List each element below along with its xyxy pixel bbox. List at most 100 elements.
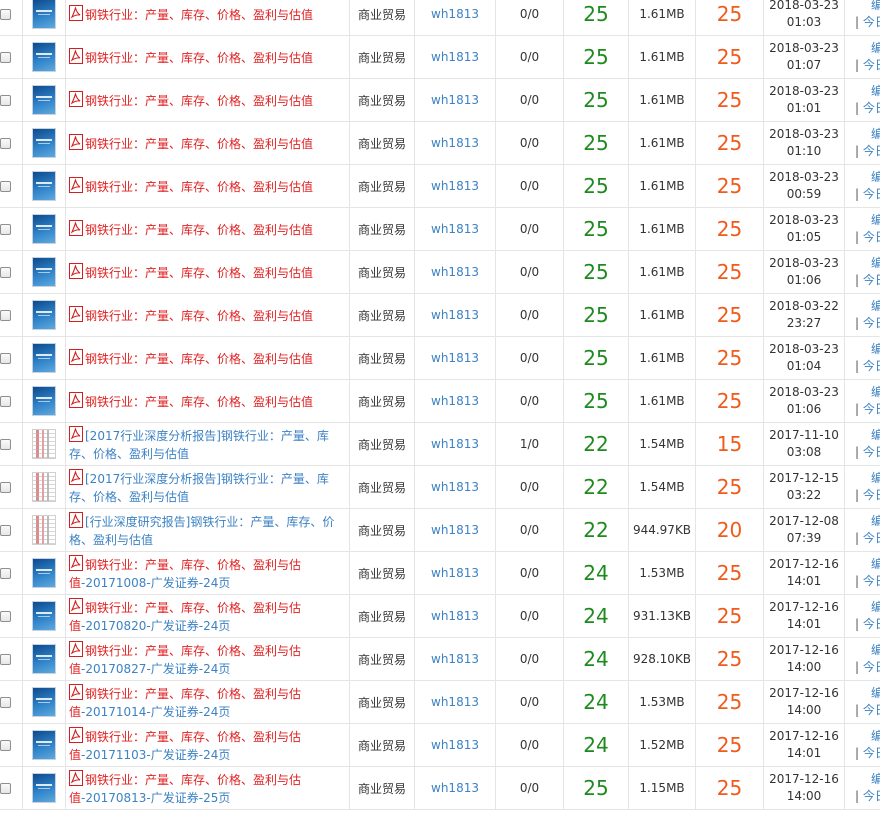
uploader-link[interactable]: wh1813	[414, 35, 496, 79]
uploader-link[interactable]: wh1813	[414, 766, 496, 810]
uploader-link[interactable]: wh1813	[414, 78, 496, 122]
today-link[interactable]: 今日	[863, 402, 880, 416]
edit-link[interactable]: 编辑	[855, 556, 880, 573]
edit-link[interactable]: 编辑	[855, 384, 880, 401]
document-thumbnail[interactable]	[33, 774, 55, 802]
edit-link[interactable]: 编辑	[855, 341, 880, 358]
document-title-suffix-link[interactable]: [2017行业深度分析报告]钢铁行业：产量、库存、价格、盈利与估值	[69, 472, 329, 504]
edit-link[interactable]: 编辑	[855, 642, 880, 659]
uploader-link[interactable]: wh1813	[414, 379, 496, 423]
document-thumbnail[interactable]	[33, 86, 55, 114]
document-thumbnail[interactable]	[33, 258, 55, 286]
document-thumbnail[interactable]	[33, 645, 55, 673]
today-link[interactable]: 今日	[863, 746, 880, 760]
document-thumbnail[interactable]	[33, 129, 55, 157]
today-link[interactable]: 今日	[863, 531, 880, 545]
document-title-link[interactable]: 钢铁行业：产量、库存、价格、盈利与估值	[85, 309, 313, 323]
edit-link[interactable]: 编辑	[855, 298, 880, 315]
row-checkbox[interactable]	[0, 266, 11, 278]
today-link[interactable]: 今日	[863, 144, 880, 158]
today-link[interactable]: 今日	[863, 359, 880, 373]
today-link[interactable]: 今日	[863, 703, 880, 717]
document-thumbnail[interactable]	[33, 516, 55, 544]
edit-link[interactable]: 编辑	[855, 255, 880, 272]
today-link[interactable]: 今日	[863, 15, 880, 29]
document-title-suffix-link[interactable]: -20170827-广发证券-24页	[81, 662, 230, 676]
document-thumbnail[interactable]	[33, 602, 55, 630]
today-link[interactable]: 今日	[863, 101, 880, 115]
uploader-link[interactable]: wh1813	[414, 680, 496, 724]
row-checkbox[interactable]	[0, 180, 11, 192]
document-thumbnail[interactable]	[33, 688, 55, 716]
document-thumbnail[interactable]	[33, 559, 55, 587]
document-title-link[interactable]: 钢铁行业：产量、库存、价格、盈利与估值	[85, 395, 313, 409]
uploader-link[interactable]: wh1813	[414, 0, 496, 36]
edit-link[interactable]: 编辑	[855, 728, 880, 745]
row-checkbox[interactable]	[0, 309, 11, 321]
edit-link[interactable]: 编辑	[855, 0, 880, 14]
edit-link[interactable]: 编辑	[855, 599, 880, 616]
today-link[interactable]: 今日	[863, 273, 880, 287]
document-thumbnail[interactable]	[33, 172, 55, 200]
document-title-suffix-link[interactable]: [行业深度研究报告]钢铁行业：产量、库存、价格、盈利与估值	[69, 515, 334, 547]
today-link[interactable]: 今日	[863, 488, 880, 502]
document-thumbnail[interactable]	[33, 215, 55, 243]
today-link[interactable]: 今日	[863, 789, 880, 803]
row-checkbox[interactable]	[0, 567, 11, 579]
row-checkbox[interactable]	[0, 94, 11, 106]
uploader-link[interactable]: wh1813	[414, 465, 496, 509]
document-title-suffix-link[interactable]: -20171014-广发证券-24页	[81, 705, 230, 719]
document-title-link[interactable]: 钢铁行业：产量、库存、价格、盈利与估值	[85, 223, 313, 237]
document-title-suffix-link[interactable]: -20171103-广发证券-24页	[81, 748, 230, 762]
row-checkbox[interactable]	[0, 8, 11, 20]
document-title-link[interactable]: 钢铁行业：产量、库存、价格、盈利与估值	[85, 8, 313, 22]
uploader-link[interactable]: wh1813	[414, 250, 496, 294]
edit-link[interactable]: 编辑	[855, 40, 880, 57]
document-title-suffix-link[interactable]: -20171008-广发证券-24页	[81, 576, 230, 590]
document-title-suffix-link[interactable]: -20170820-广发证券-24页	[81, 619, 230, 633]
row-checkbox[interactable]	[0, 223, 11, 235]
uploader-link[interactable]: wh1813	[414, 508, 496, 552]
edit-link[interactable]: 编辑	[855, 427, 880, 444]
row-checkbox[interactable]	[0, 352, 11, 364]
document-thumbnail[interactable]	[33, 344, 55, 372]
today-link[interactable]: 今日	[863, 574, 880, 588]
uploader-link[interactable]: wh1813	[414, 723, 496, 767]
today-link[interactable]: 今日	[863, 660, 880, 674]
document-title-link[interactable]: 钢铁行业：产量、库存、价格、盈利与估值	[85, 94, 313, 108]
document-title-suffix-link[interactable]: -20170813-广发证券-25页	[81, 791, 230, 805]
uploader-link[interactable]: wh1813	[414, 594, 496, 638]
row-checkbox[interactable]	[0, 653, 11, 665]
row-checkbox[interactable]	[0, 481, 11, 493]
document-title-link[interactable]: 钢铁行业：产量、库存、价格、盈利与估值	[85, 51, 313, 65]
today-link[interactable]: 今日	[863, 58, 880, 72]
uploader-link[interactable]: wh1813	[414, 293, 496, 337]
uploader-link[interactable]: wh1813	[414, 551, 496, 595]
edit-link[interactable]: 编辑	[855, 685, 880, 702]
document-title-link[interactable]: 钢铁行业：产量、库存、价格、盈利与估值	[85, 180, 313, 194]
document-thumbnail[interactable]	[33, 473, 55, 501]
document-title-link[interactable]: 钢铁行业：产量、库存、价格、盈利与估值	[85, 137, 313, 151]
row-checkbox[interactable]	[0, 137, 11, 149]
edit-link[interactable]: 编辑	[855, 83, 880, 100]
uploader-link[interactable]: wh1813	[414, 336, 496, 380]
today-link[interactable]: 今日	[863, 445, 880, 459]
document-thumbnail[interactable]	[33, 731, 55, 759]
row-checkbox[interactable]	[0, 696, 11, 708]
row-checkbox[interactable]	[0, 782, 11, 794]
edit-link[interactable]: 编辑	[855, 212, 880, 229]
row-checkbox[interactable]	[0, 739, 11, 751]
uploader-link[interactable]: wh1813	[414, 207, 496, 251]
document-thumbnail[interactable]	[33, 0, 55, 28]
edit-link[interactable]: 编辑	[855, 470, 880, 487]
today-link[interactable]: 今日	[863, 187, 880, 201]
row-checkbox[interactable]	[0, 524, 11, 536]
document-title-suffix-link[interactable]: [2017行业深度分析报告]钢铁行业：产量、库存、价格、盈利与估值	[69, 429, 329, 461]
edit-link[interactable]: 编辑	[855, 771, 880, 788]
document-thumbnail[interactable]	[33, 43, 55, 71]
today-link[interactable]: 今日	[863, 316, 880, 330]
document-thumbnail[interactable]	[33, 430, 55, 458]
uploader-link[interactable]: wh1813	[414, 637, 496, 681]
row-checkbox[interactable]	[0, 438, 11, 450]
document-thumbnail[interactable]	[33, 387, 55, 415]
